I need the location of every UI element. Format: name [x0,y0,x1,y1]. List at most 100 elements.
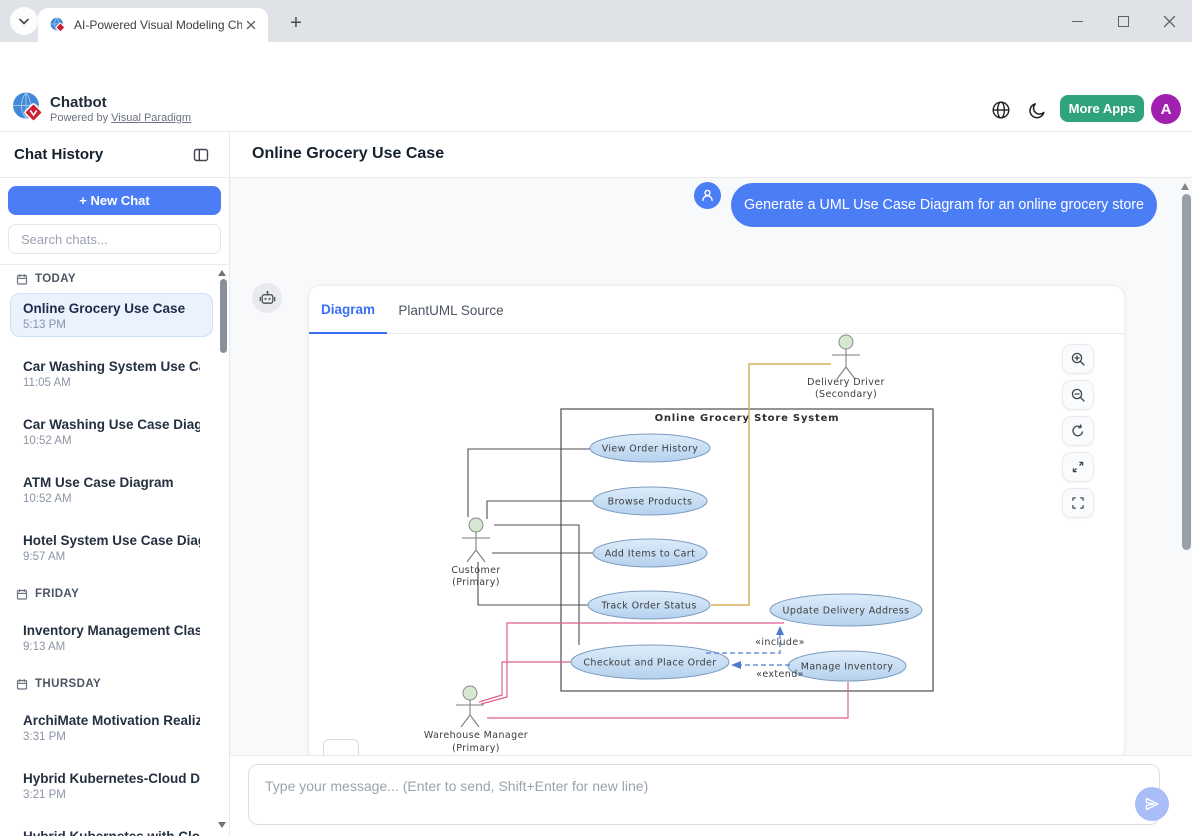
search-chats-input[interactable] [8,224,221,254]
language-button[interactable] [988,97,1014,123]
scroll-up-arrow[interactable] [1181,183,1189,190]
chat-message-area: Generate a UML Use Case Diagram for an o… [230,178,1192,755]
expand-arrows-icon [1070,459,1086,475]
chat-list: TODAY Online Grocery Use Case 5:13 PM Ca… [0,265,229,836]
browser-tab[interactable]: AI-Powered Visual Modeling Ch [38,8,268,42]
powered-by: Powered by Visual Paradigm [50,112,191,124]
browser-toolbar: ai-toolbox.visual-paradigm.com/app/chatb… [0,42,1192,86]
page-title: Online Grocery Use Case [252,145,444,163]
svg-text:Delivery Driver: Delivery Driver [807,377,885,388]
chat-item[interactable]: Inventory Management Clas... 9:13 AM [10,615,213,659]
tab-search-chevron-button[interactable] [10,7,38,35]
browser-window: AI-Powered Visual Modeling Ch + [0,0,1192,836]
chat-item-online-grocery[interactable]: Online Grocery Use Case 5:13 PM [10,293,213,337]
window-close-button[interactable] [1146,0,1192,42]
dark-mode-button[interactable] [1024,97,1050,123]
new-chat-button[interactable]: + New Chat [8,186,221,215]
chat-group-friday: FRIDAY [10,585,213,603]
panel-toggle-icon [192,146,210,164]
fullscreen-button[interactable] [1062,488,1094,518]
calendar-icon [16,678,28,690]
svg-text:View Order History: View Order History [602,444,699,455]
chat-group-thursday: THURSDAY [10,675,213,693]
tab-title: AI-Powered Visual Modeling Ch [74,18,242,32]
person-icon [700,188,715,203]
window-controls [1054,0,1192,42]
svg-text:Warehouse Manager: Warehouse Manager [424,730,528,741]
diagram-card: Diagram PlantUML Source Online Grocery S… [308,285,1125,755]
uml-use-case-diagram: Online Grocery Store System [311,334,1124,755]
chat-history-sidebar: Chat History + New Chat TODAY Online Gro… [0,132,230,836]
svg-text:(Secondary): (Secondary) [815,389,877,400]
tab-close-button[interactable] [242,16,260,34]
chat-item[interactable]: Car Washing Use Case Diagr... 10:52 AM [10,409,213,453]
send-button[interactable] [1135,787,1169,821]
reset-view-button[interactable] [1062,416,1094,446]
visual-paradigm-logo [12,91,46,125]
actor-warehouse-manager: Warehouse Manager (Primary) [424,686,528,754]
svg-text:Customer: Customer [451,565,500,576]
app-header: Chatbot Powered by Visual Paradigm More … [0,86,1192,132]
diagram-zoom-toolbar [1062,344,1094,518]
diagram-tabs: Diagram PlantUML Source [309,286,1124,334]
chat-group-today: TODAY [10,270,213,288]
window-maximize-button[interactable] [1100,0,1146,42]
reset-rotate-icon [1070,423,1086,439]
sidebar-scroll-up-arrow[interactable] [218,270,226,276]
assistant-avatar [252,283,282,313]
expand-button[interactable] [1062,452,1094,482]
extend-label: «extend» [756,669,804,680]
message-composer [230,755,1192,836]
more-apps-button[interactable]: More Apps [1060,95,1144,122]
chat-item[interactable]: ATM Use Case Diagram 10:52 AM [10,467,213,511]
chat-item[interactable]: ArchiMate Motivation Realiz... 3:31 PM [10,705,213,749]
sidebar-scrollbar[interactable] [220,279,227,353]
close-icon [246,20,256,30]
visual-paradigm-link[interactable]: Visual Paradigm [111,112,191,124]
svg-text:(Primary): (Primary) [452,577,500,588]
user-message-bubble: Generate a UML Use Case Diagram for an o… [731,183,1157,227]
include-label: «include» [755,637,805,648]
zoom-out-button[interactable] [1062,380,1094,410]
sidebar-scroll-down-arrow[interactable] [218,822,226,828]
sidebar-title: Chat History [14,146,103,163]
message-input[interactable] [248,764,1160,825]
tab-plantuml-source[interactable]: PlantUML Source [387,286,515,334]
svg-text:Browse Products: Browse Products [608,497,693,508]
svg-text:Update Delivery Address: Update Delivery Address [783,606,910,617]
chat-item[interactable]: Hotel System Use Case Diagr... 9:57 AM [10,525,213,569]
chat-panel: Online Grocery Use Case Generate a UML U… [230,132,1192,836]
close-icon [1163,15,1176,28]
diagram-canvas[interactable]: Online Grocery Store System [311,334,1124,755]
app-title: Chatbot [50,94,107,111]
send-plane-icon [1144,796,1160,812]
chat-item[interactable]: Car Washing System Use Case 11:05 AM [10,351,213,395]
chat-title-bar: Online Grocery Use Case [230,132,1192,178]
new-tab-button[interactable]: + [282,9,310,37]
system-boundary-title: Online Grocery Store System [655,413,840,424]
svg-text:Checkout and Place Order: Checkout and Place Order [583,658,716,669]
chat-scrollbar[interactable] [1182,194,1191,550]
sidebar-collapse-button[interactable] [189,144,213,168]
globe-icon [991,100,1011,120]
chat-item[interactable]: Hybrid Kubernetes-Cloud De... 3:21 PM [10,763,213,807]
minimize-icon [1072,21,1083,22]
calendar-icon [16,588,28,600]
account-avatar[interactable]: A [1151,94,1181,124]
zoom-in-button[interactable] [1062,344,1094,374]
moon-icon [1028,101,1047,120]
chat-item[interactable]: Hybrid Kubernetes with Clou... [10,821,213,836]
actor-delivery-driver: Delivery Driver (Secondary) [807,335,885,400]
calendar-icon [16,273,28,285]
zoom-in-icon [1070,351,1086,367]
zoom-out-icon [1070,387,1086,403]
clipped-diagram-action-button[interactable] [323,739,359,755]
user-avatar [694,182,721,209]
fullscreen-brackets-icon [1070,495,1086,511]
svg-text:Add Items to Cart: Add Items to Cart [605,549,695,560]
sidebar-header: Chat History [0,132,229,178]
tab-diagram[interactable]: Diagram [309,286,387,334]
robot-icon [259,290,276,307]
browser-titlebar: AI-Powered Visual Modeling Ch + [0,0,1192,42]
window-minimize-button[interactable] [1054,0,1100,42]
